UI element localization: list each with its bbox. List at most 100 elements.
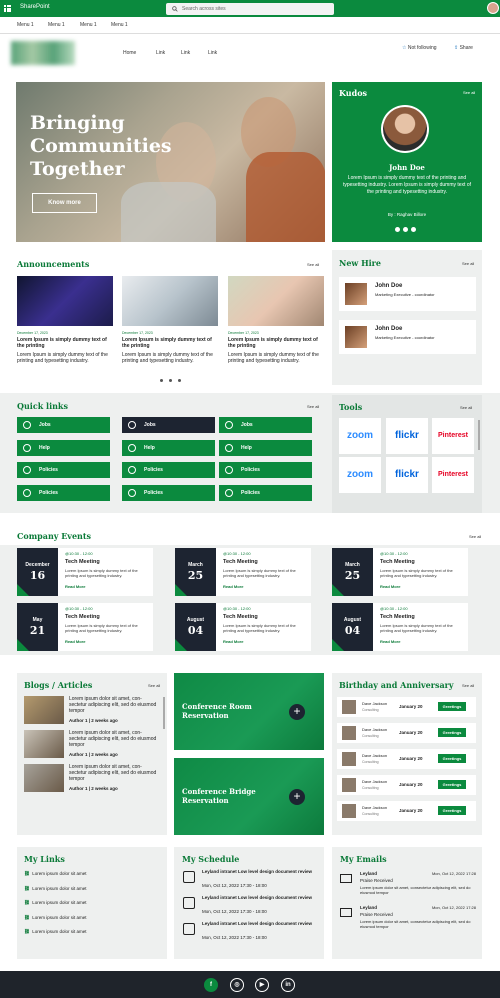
event-card[interactable]: December 16 @10:30 - 12:00 Tech Meeting L… [17, 548, 153, 596]
birthday-item[interactable]: Dave Jackson Consulting January 20 Greet… [337, 697, 476, 717]
announcements-see-all[interactable]: See all [307, 262, 319, 267]
birthday-see-all[interactable]: See all [462, 683, 474, 688]
zoom-tool[interactable]: zoom [339, 418, 381, 454]
share-button[interactable]: ⇪ Share [454, 45, 473, 51]
greetings-button[interactable]: Greetings [438, 780, 466, 789]
event-card[interactable]: March 25 @10:30 - 12:00 Tech Meeting Lore… [332, 548, 468, 596]
blogs-scrollbar[interactable] [163, 697, 165, 729]
pager-dot[interactable] [160, 379, 163, 382]
greetings-button[interactable]: Greetings [438, 754, 466, 763]
pager-dot[interactable] [169, 379, 172, 382]
tools-scrollbar[interactable] [478, 420, 480, 450]
facebook-icon[interactable]: f [204, 978, 218, 992]
conference-room-card[interactable]: Conference Room Reservation + [174, 673, 324, 750]
blog-item[interactable]: Lorem ipsum dolor sit amet, con-sectetur… [24, 764, 161, 794]
tools-see-all[interactable]: See all [460, 405, 472, 410]
zoom-tool[interactable]: zoom [339, 457, 381, 493]
instagram-icon[interactable]: ◎ [230, 978, 244, 992]
my-link-item[interactable]: ⛓ Lorem ipsum dolor sit amet [24, 871, 87, 877]
announcement-card[interactable]: December 17, 2023 Lorem Ipsum is simply … [17, 331, 113, 364]
quick-link-jobs[interactable]: Jobs [122, 417, 215, 433]
schedule-item[interactable]: Leyland intranet Low level design docume… [183, 921, 321, 945]
site-logo[interactable] [11, 41, 75, 65]
announcement-image[interactable] [17, 276, 113, 326]
email-item[interactable]: Leyland Mon, Oct 12, 2022 17:28 Praise R… [340, 871, 476, 901]
quick-link-jobs[interactable]: Jobs [219, 417, 312, 433]
menu-item[interactable]: Menu 1 [48, 22, 65, 28]
quick-link-help[interactable]: Help [17, 440, 110, 456]
event-read-more[interactable]: Read More [65, 584, 85, 589]
nav-link-home[interactable]: Home [123, 50, 136, 56]
event-read-more[interactable]: Read More [223, 584, 243, 589]
pager-dot[interactable] [403, 227, 408, 232]
youtube-icon[interactable]: ▶ [255, 978, 269, 992]
menu-item[interactable]: Menu 1 [17, 22, 34, 28]
pinterest-tool[interactable]: Pinterest [432, 457, 474, 493]
nav-link[interactable]: Link [181, 50, 190, 56]
birthday-item[interactable]: Dave Jackson Consulting January 20 Greet… [337, 749, 476, 769]
quick-link-policies[interactable]: Policies [17, 485, 110, 501]
my-link-item[interactable]: ⛓ Lorem ipsum dolor sit amet [24, 915, 87, 921]
quick-link-help[interactable]: Help [122, 440, 215, 456]
birthday-item[interactable]: Dave Jackson Consulting January 20 Greet… [337, 775, 476, 795]
event-read-more[interactable]: Read More [223, 639, 243, 644]
events-see-all[interactable]: See all [469, 534, 481, 539]
announcement-image[interactable] [122, 276, 218, 326]
event-card[interactable]: August 04 @10:30 - 12:00 Tech Meeting Lor… [332, 603, 468, 651]
birthday-item[interactable]: Dave Jackson Consulting January 20 Greet… [337, 723, 476, 743]
plus-icon[interactable]: + [289, 704, 305, 720]
menu-item[interactable]: Menu 1 [111, 22, 128, 28]
nav-link[interactable]: Link [208, 50, 217, 56]
quick-link-policies[interactable]: Policies [219, 485, 312, 501]
greetings-button[interactable]: Greetings [438, 702, 466, 711]
quick-links-see-all[interactable]: See all [307, 404, 319, 409]
quick-link-help[interactable]: Help [219, 440, 312, 456]
email-item[interactable]: Leyland Mon, Oct 12, 2022 17:28 Praise R… [340, 905, 476, 935]
quick-link-policies[interactable]: Policies [122, 485, 215, 501]
my-link-item[interactable]: ⛓ Lorem ipsum dolor sit amet [24, 886, 87, 892]
new-hire-see-all[interactable]: See all [462, 261, 474, 266]
kudos-pager[interactable] [395, 227, 416, 232]
new-hire-card[interactable]: John Doe Marketing Executive - coordinat… [339, 277, 476, 311]
follow-button[interactable]: ☆ Not following [402, 45, 437, 51]
event-card[interactable]: August 04 @10:30 - 12:00 Tech Meeting Lor… [175, 603, 311, 651]
know-more-button[interactable]: Know more [32, 193, 97, 213]
birthday-item[interactable]: Dave Jackson Consulting January 20 Greet… [337, 801, 476, 821]
my-link-item[interactable]: ⛓ Lorem ipsum dolor sit amet [24, 929, 87, 935]
event-read-more[interactable]: Read More [65, 639, 85, 644]
pager-dot[interactable] [395, 227, 400, 232]
schedule-item[interactable]: Leyland intranet Low level design docume… [183, 869, 321, 893]
pager-dot[interactable] [411, 227, 416, 232]
app-name[interactable]: SharePoint [20, 4, 50, 10]
event-card[interactable]: May 21 @10:30 - 12:00 Tech Meeting Lorem … [17, 603, 153, 651]
blogs-see-all[interactable]: See all [148, 683, 160, 688]
blog-item[interactable]: Lorem ipsum dolor sit amet, con-sectetur… [24, 730, 161, 760]
greetings-button[interactable]: Greetings [438, 728, 466, 737]
quick-link-policies[interactable]: Policies [17, 462, 110, 478]
quick-link-policies[interactable]: Policies [122, 462, 215, 478]
pinterest-tool[interactable]: Pinterest [432, 418, 474, 454]
greetings-button[interactable]: Greetings [438, 806, 466, 815]
blog-item[interactable]: Lorem ipsum dolor sit amet, con-sectetur… [24, 696, 161, 726]
flickr-tool[interactable]: flickr [386, 418, 428, 454]
event-card[interactable]: March 25 @10:30 - 12:00 Tech Meeting Lore… [175, 548, 311, 596]
menu-item[interactable]: Menu 1 [80, 22, 97, 28]
quick-link-jobs[interactable]: Jobs [17, 417, 110, 433]
user-avatar[interactable] [487, 2, 499, 14]
pager-dot[interactable] [178, 379, 181, 382]
announcement-card[interactable]: December 17, 2023 Lorem Ipsum is simply … [122, 331, 218, 364]
new-hire-card[interactable]: John Doe Marketing Executive - coordinat… [339, 320, 476, 354]
linkedin-icon[interactable]: in [281, 978, 295, 992]
search-box[interactable]: Search across sites [166, 3, 334, 15]
event-read-more[interactable]: Read More [380, 584, 400, 589]
plus-icon[interactable]: + [289, 789, 305, 805]
announcement-image[interactable] [228, 276, 324, 326]
event-read-more[interactable]: Read More [380, 639, 400, 644]
conference-bridge-card[interactable]: Conference Bridge Reservation + [174, 758, 324, 835]
app-launcher-icon[interactable] [4, 5, 11, 12]
kudos-see-all[interactable]: See all [463, 90, 475, 95]
flickr-tool[interactable]: flickr [386, 457, 428, 493]
announcement-pager[interactable] [160, 379, 181, 382]
schedule-item[interactable]: Leyland intranet Low level design docume… [183, 895, 321, 919]
nav-link[interactable]: Link [156, 50, 165, 56]
